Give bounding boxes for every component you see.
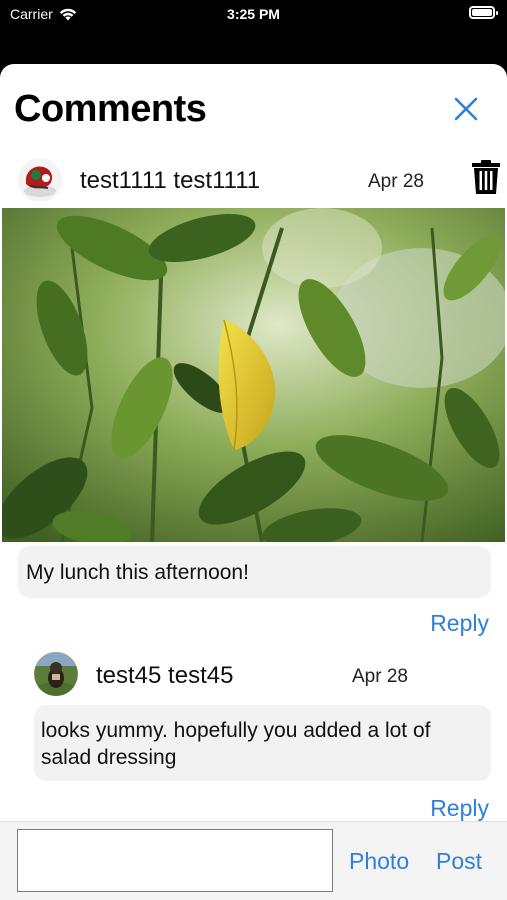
reply-text: looks yummy. hopefully you added a lot o…: [41, 719, 431, 769]
page-title: Comments: [14, 88, 207, 130]
post-author-name[interactable]: test1111 test1111: [80, 167, 260, 195]
comments-sheet: Comments test1111 test1111 Apr 28 My lun…: [0, 64, 507, 900]
comment-input[interactable]: [17, 829, 333, 892]
photo-button[interactable]: Photo: [349, 848, 409, 875]
reply-date: Apr 28: [352, 666, 408, 687]
reply-button[interactable]: Reply: [430, 795, 489, 822]
trash-icon[interactable]: [471, 160, 501, 194]
reply-author-avatar[interactable]: [34, 652, 78, 696]
status-bar: Carrier 3:25 PM: [0, 0, 507, 30]
post-button[interactable]: Post: [436, 848, 482, 875]
reply-text-bubble: looks yummy. hopefully you added a lot o…: [34, 705, 491, 781]
post-date: Apr 28: [368, 171, 424, 192]
reply-author-name[interactable]: test45 test45: [96, 662, 233, 690]
post-caption-bubble: My lunch this afternoon!: [18, 546, 491, 598]
reply-button[interactable]: Reply: [430, 610, 489, 637]
close-icon[interactable]: [453, 96, 479, 122]
post-photo[interactable]: [2, 208, 505, 542]
post-author-avatar[interactable]: [18, 158, 62, 202]
status-time: 3:25 PM: [227, 6, 280, 22]
battery-icon: [469, 6, 498, 19]
post-caption: My lunch this afternoon!: [26, 561, 249, 584]
comment-composer: Photo Post: [0, 821, 507, 900]
